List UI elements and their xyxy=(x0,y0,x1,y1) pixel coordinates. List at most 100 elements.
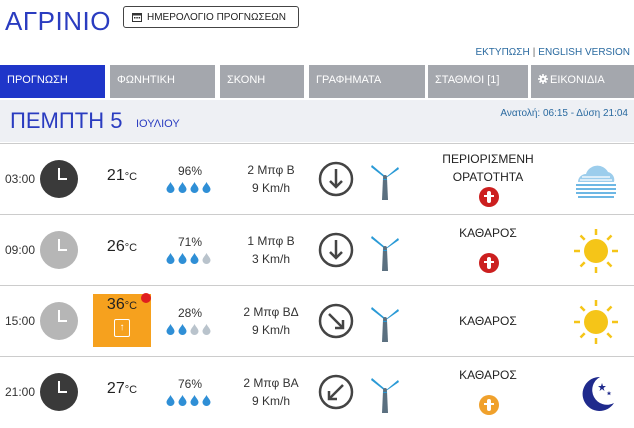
clock-icon xyxy=(40,231,78,269)
wind-speed: 9 Km/h xyxy=(251,181,290,195)
english-version-link[interactable]: ENGLISH VERSION xyxy=(538,47,630,58)
temperature: 26°C xyxy=(93,238,151,256)
wind-speed: 9 Km/h xyxy=(251,394,290,408)
wind-turbine-icon xyxy=(371,165,399,200)
sun-icon xyxy=(574,300,618,344)
day-header: ΠΕΜΠΤΗ 5 ΙΟΥΛΙΟΥ Ανατολή: 06:15 - Δύση 2… xyxy=(0,100,634,142)
temperature-value: 27 xyxy=(106,380,125,397)
tab-graphs[interactable]: ΓΡΑΦΗΜΑΤΑ xyxy=(309,65,425,98)
temperature-unit: °C xyxy=(124,171,138,183)
drop-empty-icon xyxy=(190,324,199,335)
clock-icon xyxy=(40,302,78,340)
forecast-time: 09:00 xyxy=(5,243,36,257)
city-title: ΑΓΡΙΝΙΟ xyxy=(5,6,111,36)
wind-turbine-icon xyxy=(371,378,399,413)
visibility: ΚΑΘΑΡΟΣ xyxy=(418,224,558,242)
forecast-row: 21:00 27°C 76% 2 Μπφ ΒΑ 9 Km/h ΚΑΘΑΡΟΣ xyxy=(0,356,634,426)
humidity-drops xyxy=(166,253,211,264)
drop-filled-icon xyxy=(166,182,175,193)
alert-orange-icon[interactable] xyxy=(479,395,499,415)
nav-tabs: ΠΡΟΓΝΩΣΗ ΦΩΝΗΤΙΚΗ ΣΚΟΝΗ ΓΡΑΦΗΜΑΤΑ ΣΤΑΘΜΟ… xyxy=(0,65,634,98)
tab-stations[interactable]: ΣΤΑΘΜΟΙ [1] xyxy=(428,65,528,98)
humidity-drops xyxy=(166,182,211,193)
wind: 1 Μπφ Β 3 Km/h xyxy=(228,232,314,268)
drop-filled-icon xyxy=(166,395,175,406)
drop-filled-icon xyxy=(202,395,211,406)
wind: 2 Μπφ Β 9 Km/h xyxy=(228,161,314,197)
header-links: ΕΚΤΥΠΩΣΗ | ENGLISH VERSION xyxy=(475,47,630,58)
fog-cloud-icon xyxy=(576,165,616,198)
wind-beaufort: 2 Μπφ Β xyxy=(247,163,295,177)
drop-filled-icon xyxy=(166,324,175,335)
clock-icon xyxy=(40,160,78,198)
temperature-unit: °C xyxy=(124,242,138,254)
forecast-time: 15:00 xyxy=(5,314,36,328)
temperature-value: 26 xyxy=(106,238,125,255)
temperature-unit: °C xyxy=(124,300,138,312)
visibility-line-1: ΚΑΘΑΡΟΣ xyxy=(459,226,517,240)
arrow-down-icon xyxy=(318,232,354,268)
forecast-calendar-button[interactable]: ΗΜΕΡΟΛΟΓΙΟ ΠΡΟΓΝΩΣΕΩΝ xyxy=(123,6,299,28)
heat-alert-dot xyxy=(141,293,151,303)
visibility-line-1: ΚΑΘΑΡΟΣ xyxy=(459,314,517,328)
drop-filled-icon xyxy=(190,395,199,406)
wind-turbine-icon xyxy=(371,236,399,271)
wind: 2 Μπφ ΒΑ 9 Km/h xyxy=(228,374,314,410)
sunrise-sunset: Ανατολή: 06:15 - Δύση 21:04 xyxy=(500,108,628,119)
calendar-button-label: ΗΜΕΡΟΛΟΓΙΟ ΠΡΟΓΝΩΣΕΩΝ xyxy=(147,11,287,23)
day-name: ΠΕΜΠΤΗ 5 xyxy=(10,108,123,133)
tab-icons[interactable]: ΕΙΚΟΝΙΔΙΑ xyxy=(531,65,634,98)
alert-red-icon[interactable] xyxy=(479,187,499,207)
tab-phonetic[interactable]: ΦΩΝΗΤΙΚΗ xyxy=(110,65,215,98)
temperature-unit: °C xyxy=(124,384,138,396)
wind-speed: 3 Km/h xyxy=(251,252,290,266)
visibility: ΠΕΡΙΟΡΙΣΜΕΝΗ ΟΡΑΤΟΤΗΤΑ xyxy=(418,150,558,186)
gear-icon xyxy=(538,74,548,84)
arrow-down-left-icon xyxy=(318,374,354,410)
drop-empty-icon xyxy=(202,324,211,335)
forecast-row: 09:00 26°C 71% 1 Μπφ Β 3 Km/h ΚΑΘΑΡΟΣ xyxy=(0,214,634,284)
calendar-icon xyxy=(132,13,142,22)
moon-stars-icon xyxy=(582,376,614,411)
drop-filled-icon xyxy=(190,253,199,264)
humidity: 28% xyxy=(177,306,203,320)
heat-person-icon: ↑ xyxy=(114,319,130,337)
humidity: 71% xyxy=(177,235,203,249)
humidity-drops xyxy=(166,324,211,335)
print-link[interactable]: ΕΚΤΥΠΩΣΗ xyxy=(475,47,529,58)
drop-filled-icon xyxy=(178,253,187,264)
drop-filled-icon xyxy=(178,324,187,335)
visibility: ΚΑΘΑΡΟΣ xyxy=(418,366,558,384)
drop-filled-icon xyxy=(166,253,175,264)
drop-filled-icon xyxy=(190,182,199,193)
visibility-line-2: ΟΡΑΤΟΤΗΤΑ xyxy=(452,170,524,184)
forecast-time: 21:00 xyxy=(5,385,36,399)
temperature-value: 36 xyxy=(106,296,125,313)
wind-beaufort: 2 Μπφ ΒΔ xyxy=(243,305,299,319)
drop-filled-icon xyxy=(202,182,211,193)
wind-beaufort: 1 Μπφ Β xyxy=(247,234,295,248)
temperature-value: 21 xyxy=(106,167,125,184)
humidity: 96% xyxy=(177,164,203,178)
arrow-down-right-icon xyxy=(318,303,354,339)
alert-red-icon[interactable] xyxy=(479,253,499,273)
humidity: 76% xyxy=(177,377,203,391)
humidity-drops xyxy=(166,395,211,406)
link-separator: | xyxy=(532,47,536,58)
tab-forecast[interactable]: ΠΡΟΓΝΩΣΗ xyxy=(0,65,105,98)
tab-icons-label: ΕΙΚΟΝΙΔΙΑ xyxy=(550,74,605,86)
clock-icon xyxy=(40,373,78,411)
temperature: 27°C xyxy=(93,380,151,398)
arrow-down-icon xyxy=(318,161,354,197)
wind-beaufort: 2 Μπφ ΒΑ xyxy=(243,376,299,390)
visibility: ΚΑΘΑΡΟΣ xyxy=(418,312,558,330)
drop-filled-icon xyxy=(178,182,187,193)
wind: 2 Μπφ ΒΔ 9 Km/h xyxy=(228,303,314,339)
sun-icon xyxy=(574,229,618,273)
temperature: 21°C xyxy=(93,167,151,185)
visibility-line-1: ΚΑΘΑΡΟΣ xyxy=(459,368,517,382)
drop-empty-icon xyxy=(202,253,211,264)
drop-filled-icon xyxy=(178,395,187,406)
tab-dust[interactable]: ΣΚΟΝΗ xyxy=(220,65,304,98)
day-month: ΙΟΥΛΙΟΥ xyxy=(136,118,180,130)
